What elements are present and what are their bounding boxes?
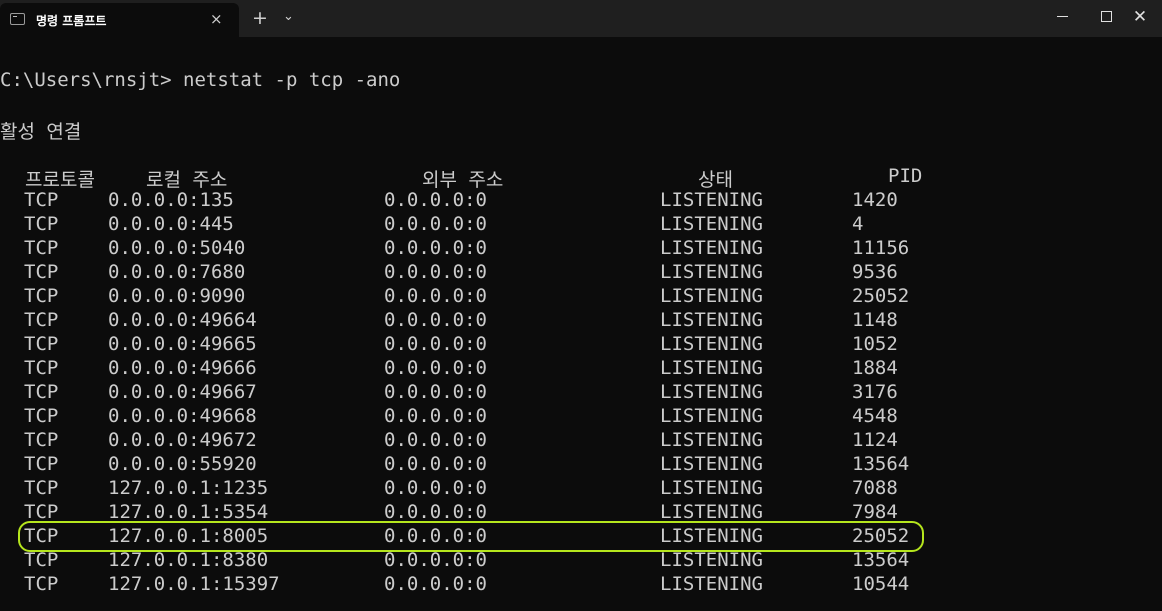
close-button[interactable]: ✕ xyxy=(1118,0,1162,34)
cell-local: 0.0.0.0:5040 xyxy=(108,237,246,259)
cell-foreign: 0.0.0.0:0 xyxy=(384,261,487,283)
cell-pid: 4548 xyxy=(852,405,898,427)
cell-proto: TCP xyxy=(24,333,59,355)
cell-proto: TCP xyxy=(24,429,59,451)
cell-proto: TCP xyxy=(24,549,59,571)
cell-pid: 1884 xyxy=(852,357,898,379)
terminal-icon xyxy=(10,13,25,25)
cell-state: LISTENING xyxy=(660,285,763,307)
cell-state: LISTENING xyxy=(660,405,763,427)
cell-foreign: 0.0.0.0:0 xyxy=(384,381,487,403)
cell-pid: 25052 xyxy=(852,285,910,307)
header-foreign: 외부 주소 xyxy=(422,169,504,191)
cell-proto: TCP xyxy=(24,477,59,499)
cell-foreign: 0.0.0.0:0 xyxy=(384,549,487,571)
cell-pid: 1052 xyxy=(852,333,898,355)
header-state: 상태 xyxy=(698,169,733,191)
cell-pid: 1420 xyxy=(852,189,898,211)
cell-local: 0.0.0.0:9090 xyxy=(108,285,246,307)
cell-local: 0.0.0.0:49664 xyxy=(108,309,257,331)
cell-pid: 10544 xyxy=(852,573,910,595)
cell-local: 0.0.0.0:135 xyxy=(108,189,234,211)
cell-pid: 4 xyxy=(852,213,864,235)
cell-state: LISTENING xyxy=(660,309,763,331)
section-title: 활성 연결 xyxy=(0,121,82,143)
cell-state: LISTENING xyxy=(660,333,763,355)
cell-foreign: 0.0.0.0:0 xyxy=(384,213,487,235)
cell-foreign: 0.0.0.0:0 xyxy=(384,477,487,499)
cell-foreign: 0.0.0.0:0 xyxy=(384,309,487,331)
command-line: C:\Users\rnsjt> netstat -p tcp -ano xyxy=(0,69,401,91)
cell-local: 0.0.0.0:445 xyxy=(108,213,234,235)
minimize-icon xyxy=(1057,16,1068,17)
tab-close-icon[interactable]: × xyxy=(210,10,223,28)
cell-local: 0.0.0.0:49672 xyxy=(108,429,257,451)
cell-state: LISTENING xyxy=(660,429,763,451)
cell-proto: TCP xyxy=(24,309,59,331)
cell-state: LISTENING xyxy=(660,477,763,499)
cell-pid: 13564 xyxy=(852,453,910,475)
cell-foreign: 0.0.0.0:0 xyxy=(384,285,487,307)
cell-state: LISTENING xyxy=(660,453,763,475)
cell-proto: TCP xyxy=(24,357,59,379)
cell-proto: TCP xyxy=(24,237,59,259)
header-proto: 프로토콜 xyxy=(25,169,95,191)
tab-command-prompt[interactable]: 명령 프롬프트 × xyxy=(0,3,239,37)
cell-pid: 7984 xyxy=(852,501,898,523)
cell-local: 127.0.0.1:8380 xyxy=(108,549,269,571)
title-bar: 명령 프롬프트 × + ⌄ ✕ xyxy=(0,0,1162,37)
cell-foreign: 0.0.0.0:0 xyxy=(384,237,487,259)
cell-local: 127.0.0.1:1235 xyxy=(108,477,269,499)
minimize-button[interactable] xyxy=(1040,0,1084,34)
cell-pid: 3176 xyxy=(852,381,898,403)
cell-proto: TCP xyxy=(24,573,59,595)
cell-local: 0.0.0.0:49667 xyxy=(108,381,257,403)
tab-title: 명령 프롬프트 xyxy=(36,14,107,28)
cell-state: LISTENING xyxy=(660,501,763,523)
highlight-circle xyxy=(18,521,924,552)
cell-proto: TCP xyxy=(24,405,59,427)
cell-pid: 13564 xyxy=(852,549,910,571)
cell-pid: 11156 xyxy=(852,237,910,259)
cell-foreign: 0.0.0.0:0 xyxy=(384,405,487,427)
cell-state: LISTENING xyxy=(660,357,763,379)
cell-foreign: 0.0.0.0:0 xyxy=(384,429,487,451)
cell-pid: 1148 xyxy=(852,309,898,331)
header-local: 로컬 주소 xyxy=(146,169,228,191)
cell-foreign: 0.0.0.0:0 xyxy=(384,573,487,595)
cell-pid: 7088 xyxy=(852,477,898,499)
cell-state: LISTENING xyxy=(660,261,763,283)
cell-state: LISTENING xyxy=(660,237,763,259)
cell-proto: TCP xyxy=(24,213,59,235)
cell-foreign: 0.0.0.0:0 xyxy=(384,189,487,211)
cell-foreign: 0.0.0.0:0 xyxy=(384,333,487,355)
cell-local: 127.0.0.1:15397 xyxy=(108,573,280,595)
cell-state: LISTENING xyxy=(660,213,763,235)
cell-pid: 9536 xyxy=(852,261,898,283)
cell-proto: TCP xyxy=(24,501,59,523)
chevron-down-icon[interactable]: ⌄ xyxy=(283,9,294,24)
cell-local: 0.0.0.0:55920 xyxy=(108,453,257,475)
cell-local: 127.0.0.1:5354 xyxy=(108,501,269,523)
cell-state: LISTENING xyxy=(660,573,763,595)
cell-foreign: 0.0.0.0:0 xyxy=(384,357,487,379)
cell-proto: TCP xyxy=(24,453,59,475)
cell-local: 0.0.0.0:49665 xyxy=(108,333,257,355)
maximize-icon xyxy=(1101,11,1112,22)
cell-foreign: 0.0.0.0:0 xyxy=(384,501,487,523)
cell-proto: TCP xyxy=(24,381,59,403)
cell-pid: 1124 xyxy=(852,429,898,451)
cell-local: 0.0.0.0:7680 xyxy=(108,261,246,283)
new-tab-button[interactable]: + xyxy=(252,7,268,29)
cell-local: 0.0.0.0:49668 xyxy=(108,405,257,427)
cell-state: LISTENING xyxy=(660,189,763,211)
cell-foreign: 0.0.0.0:0 xyxy=(384,453,487,475)
cell-local: 0.0.0.0:49666 xyxy=(108,357,257,379)
header-pid: PID xyxy=(888,165,923,187)
cell-state: LISTENING xyxy=(660,549,763,571)
cell-proto: TCP xyxy=(24,189,59,211)
cell-proto: TCP xyxy=(24,261,59,283)
cell-state: LISTENING xyxy=(660,381,763,403)
cell-proto: TCP xyxy=(24,285,59,307)
